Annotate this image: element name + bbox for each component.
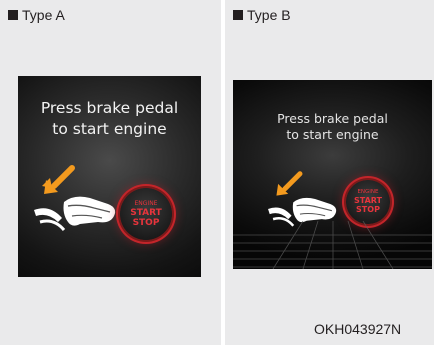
panel-type-b: Type B Press brake pedal to start engine… <box>225 0 434 345</box>
panel-label-text: Type B <box>247 7 291 23</box>
figure: Type A Press brake pedal to start engine <box>0 0 434 345</box>
engine-start-stop-button-icon: ENGINE START STOP <box>120 188 172 240</box>
display-message: Press brake pedal to start engine <box>40 99 179 138</box>
button-line-1: ENGINE <box>357 189 379 195</box>
panel-label-type-a: Type A <box>8 7 65 23</box>
figure-code: OKH043927N <box>314 321 402 337</box>
panel-label-text: Type A <box>22 7 65 23</box>
button-line-1: ENGINE <box>134 200 158 207</box>
engine-start-stop-button-icon: ENGINE START STOP <box>346 180 390 224</box>
arrow-icon <box>276 171 303 196</box>
display-message: Press brake pedal to start engine <box>277 111 388 142</box>
panel-type-a: Type A Press brake pedal to start engine <box>0 0 221 345</box>
bullet-square-icon <box>8 10 18 20</box>
panel-label-type-b: Type B <box>233 7 291 23</box>
floor-grid-decoration <box>233 221 432 269</box>
button-line-3: STOP <box>132 218 160 228</box>
arrow-icon <box>42 165 75 194</box>
brake-pedal-icon <box>34 165 116 231</box>
bullet-square-icon <box>233 10 243 20</box>
cluster-display-type-b: Press brake pedal to start engine ENGINE… <box>233 80 432 269</box>
button-line-2: START <box>353 196 383 205</box>
foot-icon <box>63 196 116 226</box>
cluster-display-type-a: Press brake pedal to start engine ENGINE… <box>18 76 201 277</box>
button-line-3: STOP <box>356 205 380 214</box>
button-line-2: START <box>130 208 162 218</box>
foot-icon <box>292 197 337 223</box>
